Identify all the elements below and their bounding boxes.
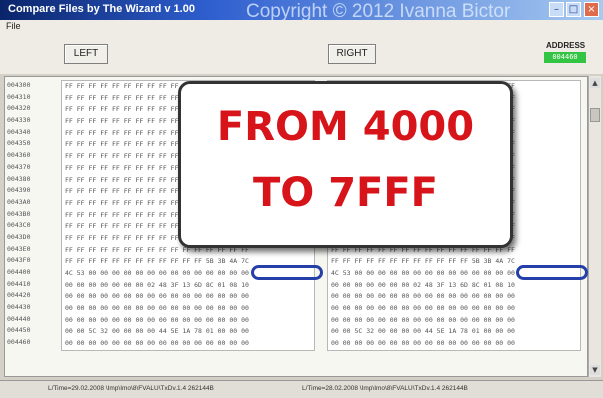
left-hex-row: 00 00 00 00 00 00 00 00 00 00 00 00 00 0… <box>65 315 249 324</box>
right-hex-row: 00 00 00 00 00 00 00 00 00 00 00 00 00 0… <box>331 304 515 313</box>
address-cell: 0043B0 <box>7 209 31 218</box>
vertical-scrollbar[interactable]: ▲ ▼ <box>588 76 601 377</box>
left-hex-row: 00 00 00 00 00 00 00 00 00 00 00 00 00 0… <box>65 339 249 348</box>
address-cell: 0043A0 <box>7 197 31 206</box>
status-bar: L/Time=29.02.2008 \Imp\Imo\8\FVALU\TxDv.… <box>0 380 603 398</box>
address-cell: 004310 <box>7 92 31 101</box>
address-cell: 004380 <box>7 174 31 183</box>
left-hex-row: 00 00 00 00 00 00 00 00 00 00 00 00 00 0… <box>65 292 249 301</box>
status-right-file: L/Time=28.02.2008 \Imp\Imo\8\FVALU\TxDv.… <box>302 385 468 392</box>
left-file-button[interactable]: LEFT <box>64 44 108 64</box>
address-cell: 0043C0 <box>7 221 31 230</box>
right-file-button[interactable]: RIGHT <box>328 44 376 64</box>
address-cell: 004420 <box>7 291 31 300</box>
address-label: ADDRESS <box>546 41 586 50</box>
address-cell: 004440 <box>7 314 31 323</box>
menu-bar: File <box>0 20 603 34</box>
left-hex-row: 00 00 00 00 00 00 00 00 00 00 00 00 00 0… <box>65 304 249 313</box>
scroll-up-icon[interactable]: ▲ <box>590 78 600 88</box>
right-hex-row: 00 00 00 00 00 00 00 00 00 00 00 00 00 0… <box>331 292 515 301</box>
address-cell: 004450 <box>7 326 31 335</box>
left-hex-row: 00 00 00 00 00 00 00 02 48 3F 13 6D 8C 0… <box>65 280 249 289</box>
address-cell: 004340 <box>7 127 31 136</box>
annotation-line-1: FROM 4000 <box>216 104 475 150</box>
address-cell: 0043E0 <box>7 244 31 253</box>
address-cell: 004350 <box>7 139 31 148</box>
maximize-icon[interactable]: □ <box>566 2 581 17</box>
left-difference-highlight <box>251 265 323 280</box>
right-hex-row: 00 00 00 00 00 00 00 00 00 00 00 00 00 0… <box>331 339 515 348</box>
annotation-line-2: TO 7FFF <box>252 170 439 216</box>
right-hex-row: 00 00 00 00 00 00 00 00 00 00 00 00 00 0… <box>331 315 515 324</box>
right-hex-row: 00 00 5C 32 00 00 00 00 44 5E 1A 78 01 0… <box>331 327 515 336</box>
toolbar: LEFT RIGHT <box>0 34 603 74</box>
window-title: Compare Files by The Wizard v 1.00 <box>8 3 195 15</box>
menu-file[interactable]: File <box>6 21 21 31</box>
address-cell: 004300 <box>7 81 31 89</box>
address-cell: 004410 <box>7 279 31 288</box>
right-hex-row: 00 00 00 00 00 00 00 02 48 3F 13 6D 8C 0… <box>331 280 515 289</box>
address-cell: 004390 <box>7 186 31 195</box>
address-column: 004300 004310 004320 004330 004340 004350 0043… <box>7 80 59 349</box>
address-cell: 004320 <box>7 104 31 113</box>
address-cell: 004360 <box>7 151 31 160</box>
scroll-thumb[interactable] <box>590 108 600 122</box>
status-left-file: L/Time=29.02.2008 \Imp\Imo\8\FVALU\TxDv.… <box>48 385 214 392</box>
address-cell: 0043F0 <box>7 256 31 265</box>
scroll-down-icon[interactable]: ▼ <box>590 365 600 375</box>
right-difference-highlight <box>516 265 588 280</box>
address-cell: 004460 <box>7 338 31 347</box>
left-hex-row: 00 00 5C 32 00 00 00 00 44 5E 1A 78 01 0… <box>65 327 249 336</box>
address-cell: 004400 <box>7 268 31 276</box>
close-icon[interactable]: × <box>584 2 599 17</box>
address-cell: 004370 <box>7 162 31 171</box>
minimize-icon[interactable]: – <box>549 2 564 17</box>
address-cell: 004330 <box>7 116 31 125</box>
address-value: 004460 <box>544 52 586 63</box>
title-bar: Compare Files by The Wizard v 1.00 Copyr… <box>0 0 603 22</box>
address-cell: 0043D0 <box>7 232 31 241</box>
address-cell: 004430 <box>7 303 31 312</box>
range-annotation-box: FROM 4000 TO 7FFF <box>178 81 513 248</box>
